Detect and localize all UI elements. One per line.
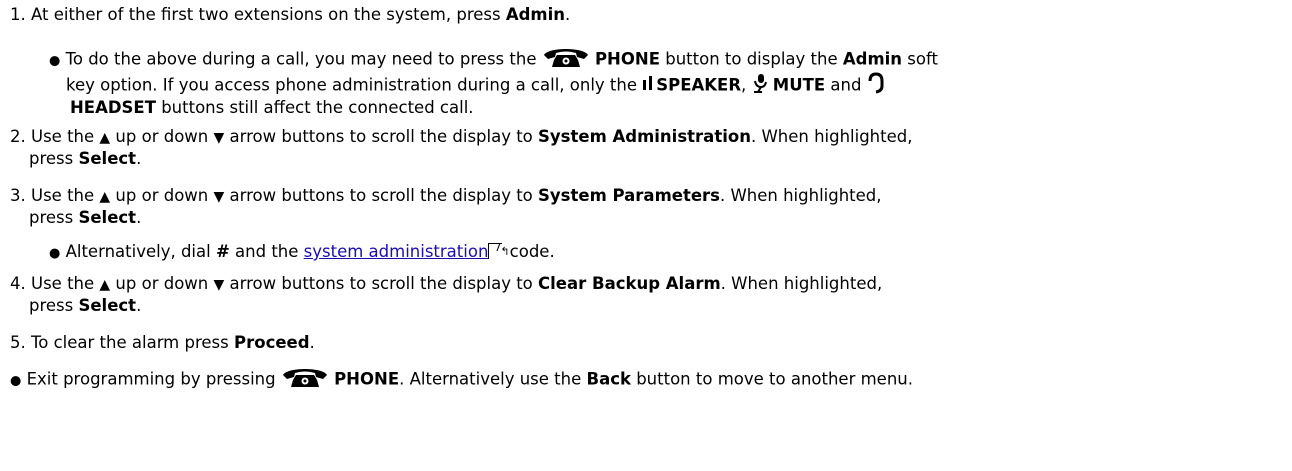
step-4-cont: press Select. <box>29 296 142 315</box>
step-number: 1. <box>10 5 26 24</box>
bullet: ● <box>49 53 61 69</box>
step-number: 3. <box>10 186 26 205</box>
step-1: 1. At either of the first two extensions… <box>10 5 571 24</box>
up-arrow-icon: ▲ <box>99 189 111 205</box>
mute-icon <box>752 73 768 99</box>
up-arrow-icon: ▲ <box>99 277 111 293</box>
step-1-note-line-2: key option. If you access phone administ… <box>66 72 885 100</box>
system-administration-link[interactable]: system administration <box>304 242 489 261</box>
step-3-note: ● Alternatively, dial # and the system a… <box>49 241 555 261</box>
bullet: ● <box>10 373 22 389</box>
page-reference-icon[interactable]: 7 ↰ <box>488 241 510 259</box>
phone-icon <box>281 366 329 394</box>
bullet: ● <box>49 246 61 261</box>
down-arrow-icon: ▼ <box>213 130 225 146</box>
step-number: 5. <box>10 333 26 352</box>
step-1-note-line-1: ● To do the above during a call, you may… <box>49 46 938 74</box>
step-2-cont: press Select. <box>29 149 142 168</box>
up-arrow-icon: ▲ <box>99 130 111 146</box>
exit-note: ● Exit programming by pressing PHONE. Al… <box>10 366 913 394</box>
step-number: 4. <box>10 274 26 293</box>
phone-icon <box>542 46 590 74</box>
down-arrow-icon: ▼ <box>213 189 225 205</box>
headset-icon <box>867 72 885 100</box>
speaker-icon <box>642 75 656 97</box>
admin-key: Admin <box>505 5 566 24</box>
step-1-note-line-3: HEADSET buttons still affect the connect… <box>70 98 474 117</box>
step-number: 2. <box>10 127 26 146</box>
step-5: 5. To clear the alarm press Proceed. <box>10 333 315 352</box>
down-arrow-icon: ▼ <box>213 277 225 293</box>
step-3: 3. Use the ▲ up or down ▼ arrow buttons … <box>10 186 882 205</box>
step-2: 2. Use the ▲ up or down ▼ arrow buttons … <box>10 127 913 146</box>
step-4: 4. Use the ▲ up or down ▼ arrow buttons … <box>10 274 883 293</box>
step-3-cont: press Select. <box>29 208 142 227</box>
